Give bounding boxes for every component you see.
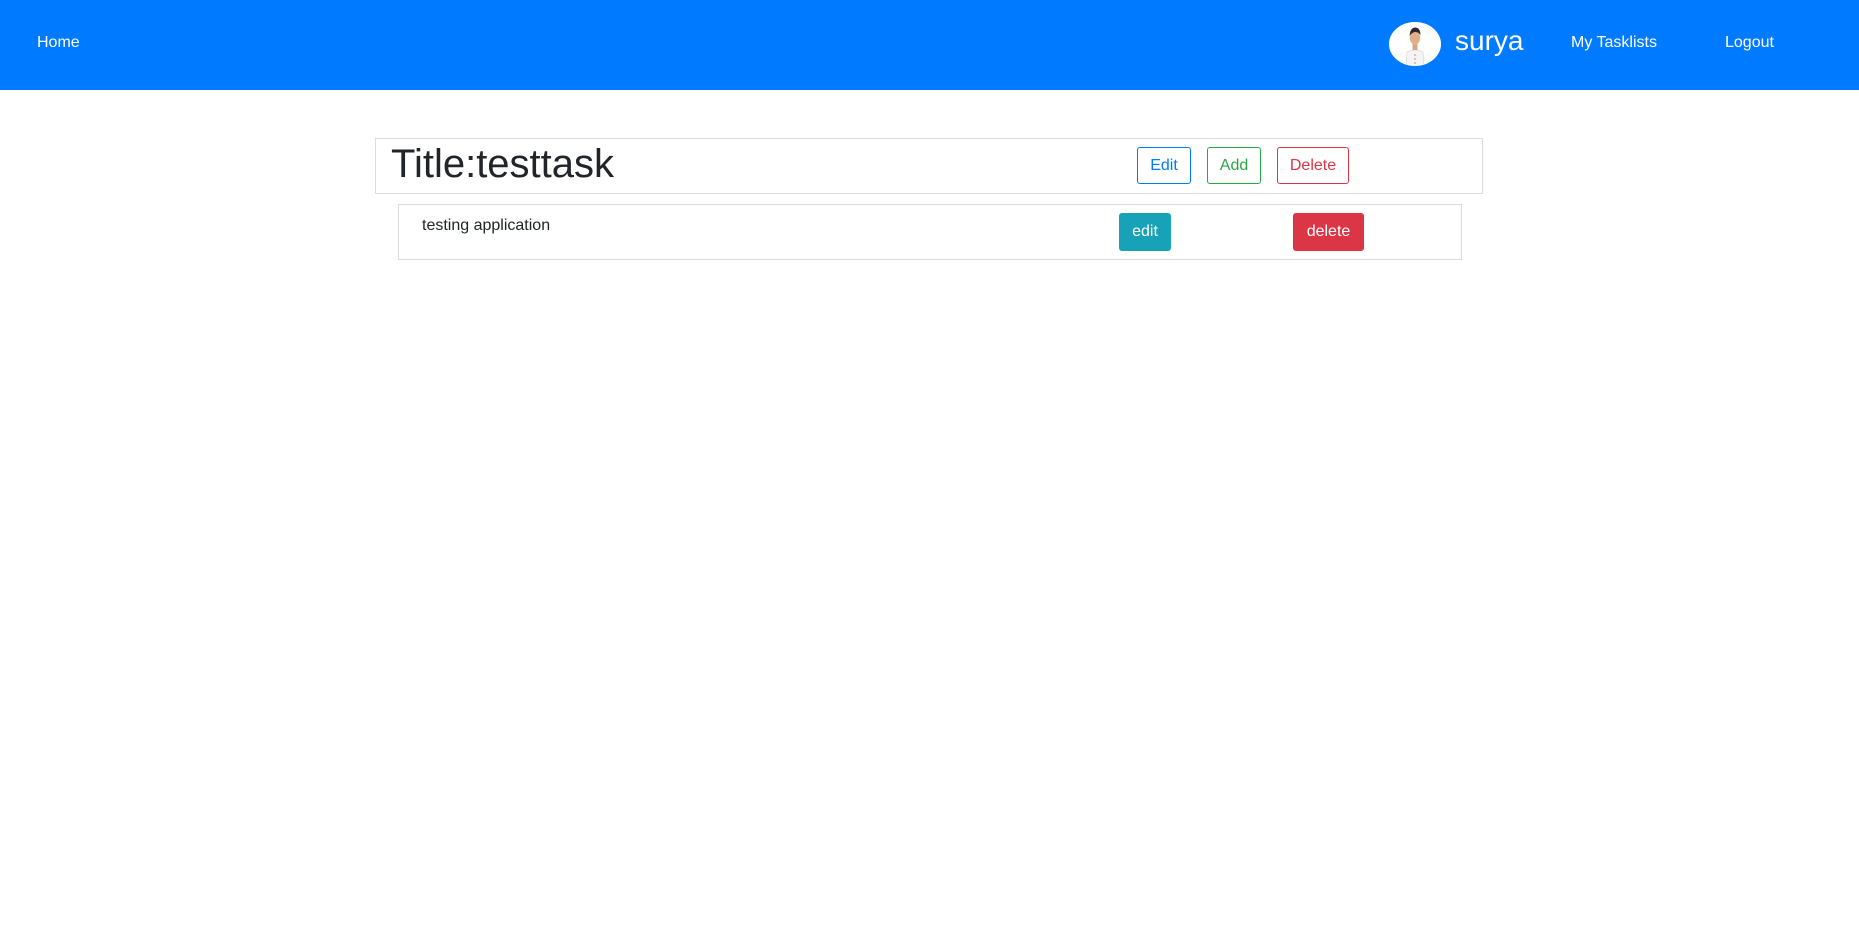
edit-task-button[interactable]: edit: [1119, 213, 1171, 251]
delete-task-button[interactable]: delete: [1293, 213, 1364, 251]
nav-logout-link[interactable]: Logout: [1725, 33, 1774, 53]
tasklist-title: Title:testtask: [391, 142, 615, 186]
task-row: testing application edit delete: [398, 204, 1462, 260]
user-avatar-icon[interactable]: [1389, 22, 1441, 66]
top-navbar: Home surya My Tasklists Logout: [0, 0, 1859, 90]
nav-home-link[interactable]: Home: [37, 33, 80, 53]
edit-tasklist-button[interactable]: Edit: [1137, 147, 1191, 184]
add-task-button[interactable]: Add: [1207, 147, 1261, 184]
delete-tasklist-button[interactable]: Delete: [1277, 147, 1349, 184]
task-text: testing application: [422, 217, 551, 234]
nav-my-tasklists-link[interactable]: My Tasklists: [1571, 33, 1657, 53]
username-label: surya: [1455, 25, 1524, 56]
avatar-illustration: [1389, 22, 1441, 66]
tasklist-header-card: Title:testtask Edit Add Delete: [375, 138, 1483, 194]
